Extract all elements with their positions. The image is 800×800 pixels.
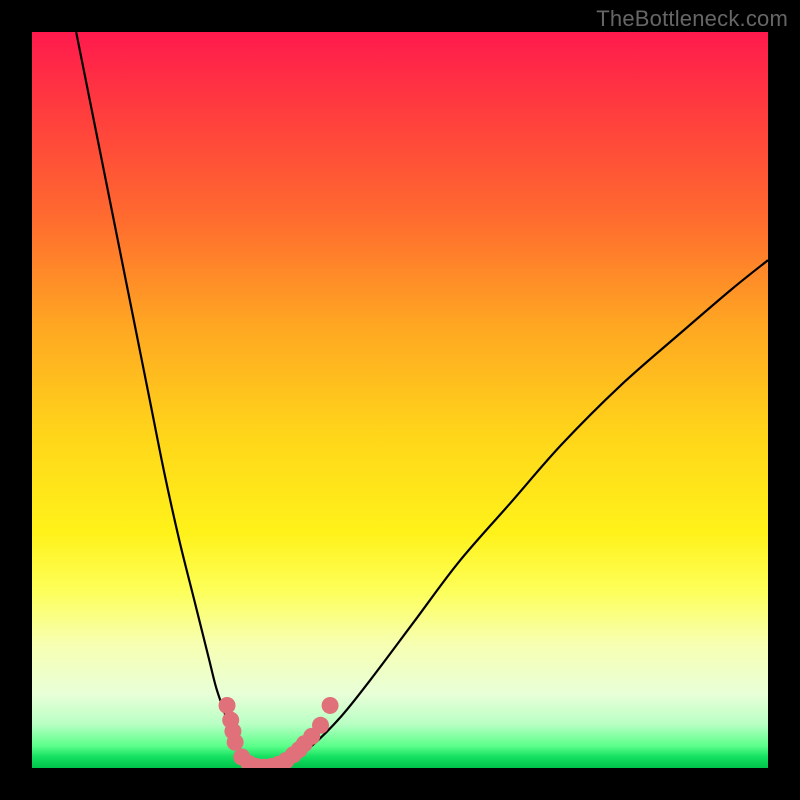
curve-left-branch <box>76 32 260 767</box>
chart-svg <box>32 32 768 768</box>
data-marker <box>322 697 339 714</box>
curve-right-branch <box>260 260 768 767</box>
chart-frame: TheBottleneck.com <box>0 0 800 800</box>
marker-group <box>219 697 339 768</box>
data-marker <box>219 697 236 714</box>
data-marker <box>312 717 329 734</box>
watermark-text: TheBottleneck.com <box>596 6 788 32</box>
data-marker <box>227 734 244 751</box>
plot-area <box>32 32 768 768</box>
